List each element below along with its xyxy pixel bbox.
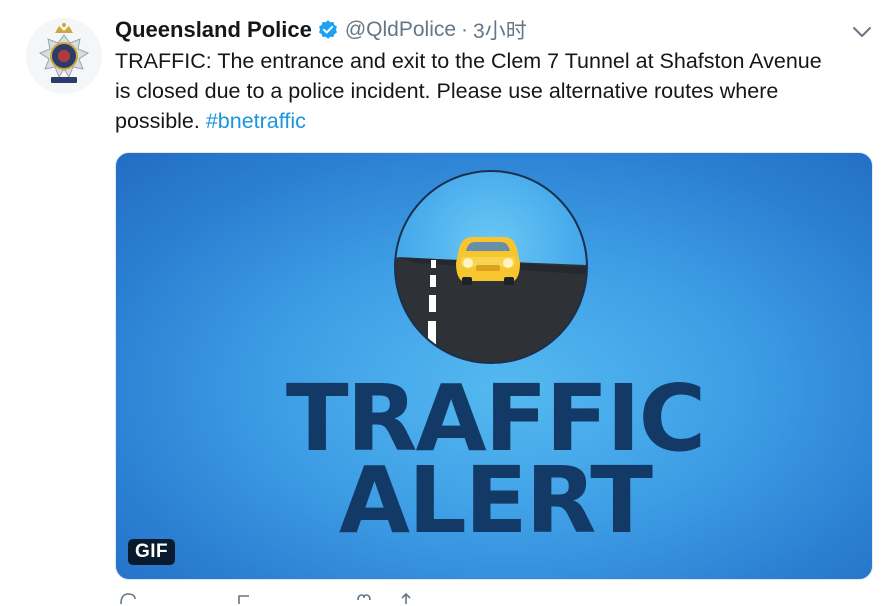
tweet-text: TRAFFIC: The entrance and exit to the Cl… — [115, 46, 835, 136]
police-badge-icon — [38, 23, 90, 83]
reply-icon[interactable] — [119, 592, 137, 606]
tweet-media-gif[interactable]: TRAFFIC ALERT GIF — [115, 152, 873, 580]
alert-line-2: ALERT — [338, 447, 653, 554]
tweet-header: Queensland Police @QldPolice · 3小时 — [115, 15, 527, 45]
traffic-alert-title: TRAFFIC ALERT — [116, 373, 872, 554]
like-icon[interactable] — [355, 592, 373, 606]
avatar[interactable] — [26, 18, 102, 94]
share-icon[interactable] — [397, 592, 415, 606]
separator-dot: · — [461, 18, 469, 41]
tweet: Queensland Police @QldPolice · 3小时 TRAFF… — [0, 0, 894, 605]
chevron-down-icon — [853, 27, 871, 37]
tweet-actions — [115, 592, 815, 606]
gif-badge: GIF — [128, 539, 176, 565]
car-icon — [456, 237, 520, 285]
tweet-timestamp[interactable]: 3小时 — [473, 15, 527, 45]
hashtag-link[interactable]: #bnetraffic — [206, 109, 306, 133]
retweet-icon[interactable] — [237, 592, 255, 606]
author-name[interactable]: Queensland Police — [115, 17, 312, 43]
author-handle[interactable]: @QldPolice — [345, 18, 456, 42]
tweet-menu-button[interactable] — [850, 22, 874, 42]
verified-badge-icon — [318, 20, 337, 39]
